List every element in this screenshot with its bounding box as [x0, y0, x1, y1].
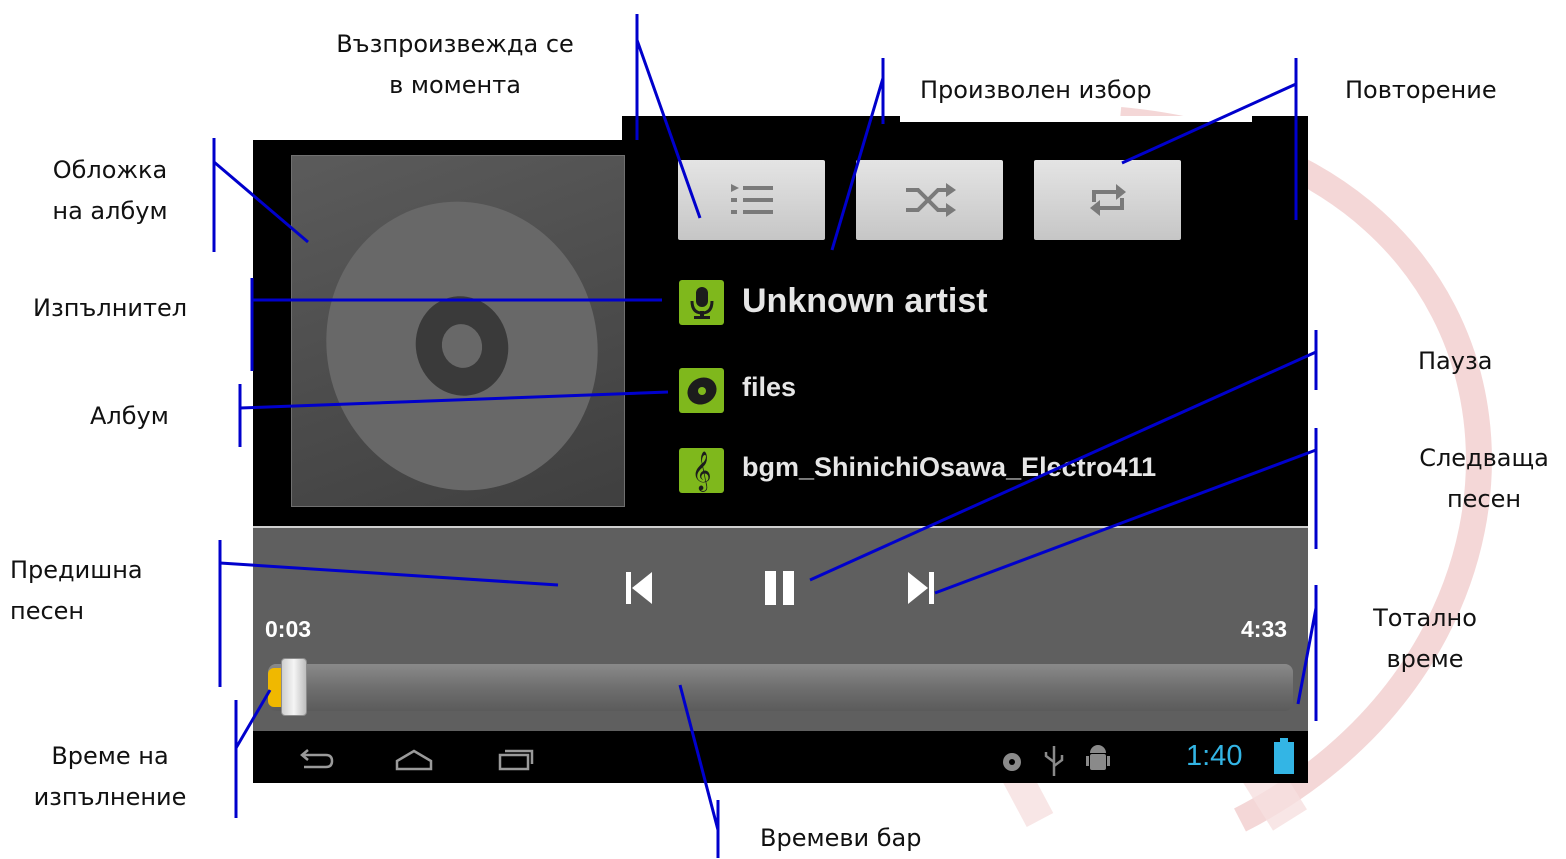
- treble-clef-icon: 𝄞: [679, 448, 724, 493]
- elapsed-time: 0:03: [265, 616, 312, 642]
- status-icons: [1003, 745, 1110, 776]
- screen-notch: [900, 116, 1252, 122]
- annotation-previous-song: Предишна песен: [10, 556, 143, 625]
- skip-next-icon: [908, 572, 934, 604]
- skip-previous-icon: [626, 572, 652, 604]
- annotation-total-time: Тотално време: [1373, 604, 1477, 673]
- music-notification-icon: [1003, 753, 1021, 771]
- usb-icon: [1044, 746, 1064, 776]
- annotation-artist: Изпълнител: [33, 294, 188, 322]
- previous-button[interactable]: [620, 568, 658, 612]
- nav-back-button[interactable]: [296, 745, 336, 777]
- pause-button[interactable]: [760, 568, 800, 612]
- annotation-album-art: Обложка на албум: [52, 156, 168, 225]
- list-icon: [730, 184, 773, 214]
- disc-icon: [679, 368, 724, 413]
- android-debug-icon: [1086, 745, 1110, 770]
- nav-home-button[interactable]: [394, 745, 434, 777]
- annotation-next-song: Следваща песен: [1419, 444, 1549, 513]
- song-title: bgm_ShinichiOsawa_Electro411: [742, 452, 1157, 482]
- shuffle-icon: [905, 183, 956, 217]
- album-art: [291, 155, 625, 507]
- shuffle-button[interactable]: [856, 160, 1003, 240]
- annotation-pause: Пауза: [1418, 347, 1493, 375]
- album-name: files: [742, 372, 797, 402]
- nav-recent-apps-button[interactable]: [496, 745, 536, 777]
- home-icon: [395, 749, 433, 771]
- microphone-icon: [679, 280, 724, 325]
- status-clock: 1:40: [1186, 740, 1243, 772]
- total-time: 4:33: [1241, 616, 1288, 642]
- now-playing-list-button[interactable]: [678, 160, 825, 240]
- annotation-shuffle: Произволен избор: [920, 76, 1152, 104]
- artist-name: Unknown artist: [742, 282, 988, 320]
- annotation-now-playing: Възпроизвежда се в момента: [336, 30, 574, 99]
- annotation-repeat: Повторение: [1345, 76, 1497, 104]
- next-button[interactable]: [902, 568, 940, 612]
- back-icon: [300, 749, 334, 769]
- battery-icon: [1274, 738, 1294, 774]
- recent-apps-icon: [498, 749, 534, 771]
- pause-icon: [765, 571, 794, 605]
- annotation-seekbar: Времеви бар: [760, 824, 922, 852]
- seek-thumb[interactable]: [281, 658, 307, 716]
- annotation-album: Албум: [90, 402, 169, 430]
- repeat-button[interactable]: [1034, 160, 1181, 240]
- disc-placeholder-icon: [326, 201, 598, 491]
- annotation-elapsed-time: Време на изпълнение: [33, 742, 187, 811]
- repeat-icon: [1089, 184, 1126, 216]
- seek-bar[interactable]: [268, 658, 1293, 716]
